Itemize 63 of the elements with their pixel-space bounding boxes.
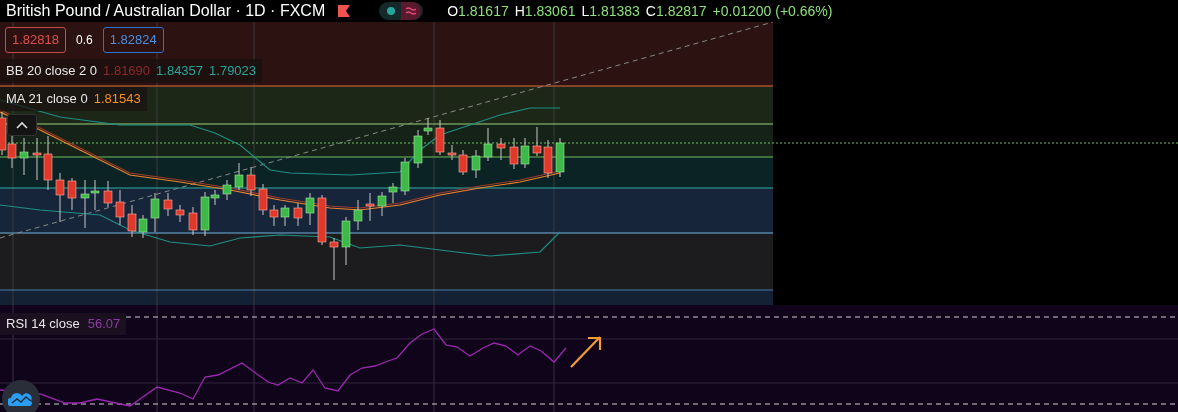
collapse-button[interactable] xyxy=(7,114,37,136)
candlestick xyxy=(188,206,198,236)
candlestick xyxy=(341,216,351,266)
status-toggle[interactable] xyxy=(379,2,424,20)
candlestick xyxy=(7,134,17,169)
candlestick xyxy=(329,237,339,281)
indicator-value: 1.81690 xyxy=(103,62,151,81)
wave-icon xyxy=(401,2,422,20)
candlestick xyxy=(388,182,398,204)
sell-price-box[interactable]: 1.82818 xyxy=(5,27,66,53)
candlestick xyxy=(138,214,148,239)
candlestick xyxy=(543,139,553,179)
indicator-value: 1.81543 xyxy=(93,90,141,109)
candlestick xyxy=(435,119,445,156)
indicator-value: 1.84357 xyxy=(156,62,204,81)
candlestick xyxy=(317,194,327,246)
candlestick xyxy=(532,126,542,157)
candlestick xyxy=(520,137,530,169)
candlestick xyxy=(19,137,29,176)
candlestick xyxy=(353,199,363,231)
candlestick xyxy=(293,202,303,227)
indicator-name: MA 21 close 0 xyxy=(6,90,88,109)
candlestick xyxy=(67,177,77,211)
candlestick xyxy=(43,135,53,191)
indicator-name: BB 20 close 2 0 xyxy=(6,62,98,81)
ohlc-value: H1.83061 xyxy=(514,1,576,21)
candlestick xyxy=(246,166,256,197)
candlestick xyxy=(400,157,410,196)
candlestick xyxy=(509,137,519,170)
ohlc-value: O1.81617 xyxy=(447,1,509,21)
candlestick xyxy=(483,127,493,162)
indicator-name: RSI 14 close xyxy=(6,315,80,334)
chevron-up-icon xyxy=(16,121,28,129)
candlestick xyxy=(103,180,113,208)
candlestick xyxy=(222,179,232,201)
arrow-icon xyxy=(569,334,603,369)
flag-icon[interactable] xyxy=(337,4,352,18)
candlestick xyxy=(496,137,506,161)
candlestick xyxy=(115,189,125,226)
buy-price-box[interactable]: 1.82824 xyxy=(102,27,164,53)
indicator-value: 56.07 xyxy=(87,315,121,334)
indicator-value: 1.79023 xyxy=(209,62,257,81)
candlestick xyxy=(163,192,173,217)
candlestick xyxy=(365,192,375,222)
symbol-title: British Pound / Australian Dollar · 1D · FXCM xyxy=(6,1,326,21)
logo-icon[interactable] xyxy=(2,380,40,412)
price-change: +0.01200 (+0.66%) xyxy=(712,1,833,21)
candlestick xyxy=(127,204,137,238)
candlestick xyxy=(471,149,481,179)
candlestick xyxy=(305,192,315,226)
spread-value: 0.6 xyxy=(76,31,93,49)
candlestick xyxy=(32,137,42,181)
status-dot-icon xyxy=(386,6,397,16)
candlestick xyxy=(150,192,160,233)
candlestick xyxy=(234,162,244,191)
candlestick xyxy=(175,204,185,223)
candlestick xyxy=(280,204,290,227)
candlestick xyxy=(555,137,565,178)
trend-line[interactable] xyxy=(0,22,774,239)
candlestick xyxy=(55,172,65,223)
candlestick xyxy=(377,191,387,217)
ohlc-value: C1.82817 xyxy=(645,1,707,21)
ohlc-value: L1.81383 xyxy=(581,1,640,21)
